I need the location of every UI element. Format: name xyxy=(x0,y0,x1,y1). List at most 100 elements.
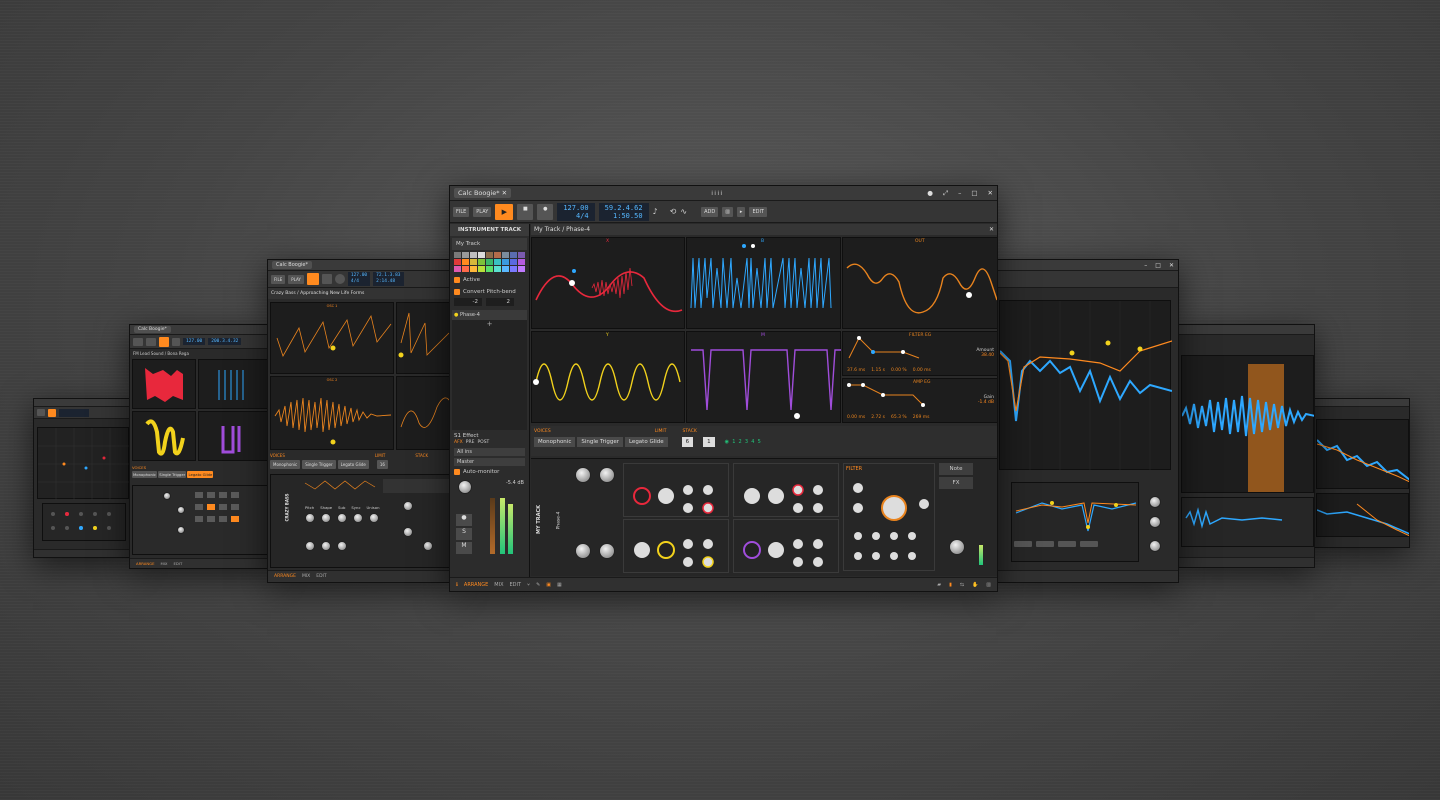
limit-field[interactable]: 6 xyxy=(681,437,694,447)
eq-band[interactable] xyxy=(1080,541,1098,547)
panel-icon[interactable]: ▣ xyxy=(546,582,551,588)
file-button[interactable] xyxy=(37,409,45,416)
shape-knob[interactable] xyxy=(575,543,591,559)
stack-field[interactable]: 1 xyxy=(703,437,715,447)
mute-button[interactable]: M xyxy=(456,542,472,554)
output-select[interactable]: Master xyxy=(454,458,525,466)
note-tab[interactable]: Note xyxy=(939,463,973,475)
gain-value[interactable]: -1.4 dB xyxy=(978,400,994,405)
eq-band[interactable] xyxy=(1036,541,1054,547)
fullscreen-icon[interactable]: ⤢ xyxy=(943,189,948,198)
maximize-icon[interactable]: □ xyxy=(971,189,977,198)
single-trigger-button[interactable]: Single Trigger xyxy=(577,437,623,447)
time-signature[interactable]: 4/4 xyxy=(563,212,589,220)
drive-knob[interactable] xyxy=(403,527,413,537)
stop-button[interactable] xyxy=(321,274,332,284)
fx-tab[interactable]: FX xyxy=(939,477,973,489)
routing-icon[interactable]: ⑂ xyxy=(527,582,530,588)
library-button[interactable]: ▥ xyxy=(722,206,733,217)
unison-knob[interactable] xyxy=(369,513,379,523)
device-chain-area[interactable]: + xyxy=(452,320,527,430)
loop-icon[interactable]: ⟲ xyxy=(670,207,677,216)
add-button[interactable]: ADD xyxy=(701,206,719,217)
limit-value[interactable]: 16 xyxy=(376,460,388,469)
play-label-button[interactable]: PLAY xyxy=(473,206,492,217)
knob[interactable] xyxy=(163,492,171,500)
add-device-icon[interactable]: + xyxy=(487,320,493,328)
hand-icon[interactable]: ✋ xyxy=(972,582,978,588)
arrange-tab[interactable]: ARRANGE xyxy=(464,582,488,588)
solo-button[interactable]: S xyxy=(456,528,472,540)
amp-eg-panel[interactable]: AMP EG 0.00 ms 2.72 s 65.3 % 269 ms Gain… xyxy=(842,378,997,423)
filter-attack[interactable]: 37.6 ms xyxy=(847,368,865,373)
glide-knob[interactable] xyxy=(599,467,615,483)
amp-release[interactable]: 269 ms xyxy=(913,415,930,420)
minimize-icon[interactable]: – xyxy=(958,189,961,198)
file-button[interactable]: FILE xyxy=(271,274,286,284)
arrange-tab[interactable]: ARRANGE xyxy=(136,561,155,566)
sub-knob[interactable] xyxy=(337,513,347,523)
clip-editor[interactable] xyxy=(1181,497,1314,547)
edit-tab[interactable]: EDIT xyxy=(316,574,326,579)
mono-button[interactable]: Monophonic xyxy=(270,460,301,469)
fx-tab[interactable]: PRE xyxy=(466,440,475,445)
maximize-icon[interactable]: □ xyxy=(1155,262,1161,269)
legato-button[interactable]: Legato Glide xyxy=(624,437,668,447)
folder-icon[interactable]: ▰ xyxy=(937,582,941,588)
legato-button[interactable]: Legato Glide xyxy=(187,471,214,478)
amp-attack[interactable]: 0.00 ms xyxy=(847,415,865,420)
mixer-icon[interactable]: ⇆ xyxy=(960,582,964,588)
edit-button[interactable]: EDIT xyxy=(749,206,767,217)
dock-button[interactable]: ▸ xyxy=(736,206,746,217)
amp-decay[interactable]: 2.72 s xyxy=(871,415,885,420)
play-label-button[interactable] xyxy=(146,337,156,346)
eq-band[interactable] xyxy=(1058,541,1076,547)
filter-eg-panel[interactable]: FILTER EG 37.6 ms 1.15 s 0.00 % 0.00 ms … xyxy=(842,331,997,376)
meter-icon[interactable]: ▥ xyxy=(986,582,991,588)
amp-sustain[interactable]: 65.3 % xyxy=(891,415,907,420)
file-button[interactable]: FILE xyxy=(453,206,470,217)
color-palette[interactable] xyxy=(450,250,529,274)
out-knob[interactable] xyxy=(949,539,965,555)
time-display[interactable]: 1:50.50 xyxy=(605,212,643,220)
input-select[interactable]: All ins xyxy=(454,448,525,456)
record-arm-button[interactable]: ● xyxy=(456,514,472,526)
single-trigger-button[interactable]: Single Trigger xyxy=(302,460,336,469)
window-tab[interactable]: Calc Boogie* ✕ xyxy=(454,188,512,198)
pitchbend-checkbox[interactable]: Convert Pitch-bend xyxy=(450,286,529,298)
pad-grid[interactable] xyxy=(42,503,126,541)
mix-tab[interactable]: MIX xyxy=(161,561,168,566)
eq-band[interactable] xyxy=(1014,541,1032,547)
record-button[interactable] xyxy=(334,274,345,284)
volume-knob[interactable] xyxy=(458,480,472,494)
knob[interactable] xyxy=(177,526,185,534)
minimize-icon[interactable]: – xyxy=(1144,262,1147,269)
play-button[interactable] xyxy=(48,408,56,417)
track-name[interactable]: My Track xyxy=(452,238,527,250)
automonitor-checkbox[interactable]: Auto-monitor xyxy=(450,466,529,478)
amount-value[interactable]: 38.40 xyxy=(976,353,994,358)
fx-knob[interactable] xyxy=(423,541,433,551)
window-tab[interactable]: Calc Boogie* xyxy=(272,261,312,269)
pitch-knob-2[interactable] xyxy=(305,541,315,551)
tempo-display[interactable]: 127.00 xyxy=(563,204,588,212)
file-icon[interactable]: ▮ xyxy=(949,582,952,588)
play-button[interactable]: ▶ xyxy=(495,203,514,220)
stop-button[interactable] xyxy=(172,337,180,346)
sub-knob-2[interactable] xyxy=(337,541,347,551)
file-button[interactable] xyxy=(133,337,143,346)
eq-panel[interactable] xyxy=(1011,482,1139,562)
shape-knob-2[interactable] xyxy=(321,541,331,551)
pencil-icon[interactable]: ✎ xyxy=(536,582,540,588)
fx-tab[interactable]: AFX xyxy=(454,440,463,445)
stop-button[interactable]: ■ xyxy=(517,203,534,220)
grid-icon[interactable]: ▦ xyxy=(557,582,562,588)
sync-knob[interactable] xyxy=(353,513,363,523)
record-dot-icon[interactable]: ● xyxy=(927,189,933,198)
pb-down-field[interactable]: -2 xyxy=(454,298,482,306)
edit-tab[interactable]: EDIT xyxy=(174,561,183,566)
knob[interactable] xyxy=(177,506,185,514)
play-button[interactable] xyxy=(306,273,319,285)
filter-sustain[interactable]: 0.00 % xyxy=(891,368,907,373)
shift-knob[interactable] xyxy=(1149,516,1161,528)
